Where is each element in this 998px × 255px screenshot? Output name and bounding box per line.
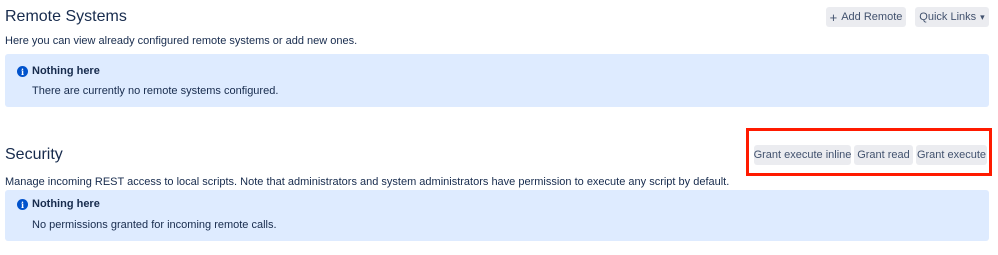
info-title: Nothing here [32, 198, 100, 210]
highlight-box [746, 128, 992, 176]
security-info-box: i Nothing here No permissions granted fo… [5, 190, 989, 241]
info-icon: i [17, 66, 28, 77]
quick-links-button[interactable]: Quick Links ▾ [915, 7, 989, 27]
security-title: Security [5, 146, 63, 163]
security-description: Manage incoming REST access to local scr… [5, 176, 730, 188]
info-title: Nothing here [32, 65, 100, 77]
info-icon: i [17, 199, 28, 210]
remote-systems-description: Here you can view already configured rem… [5, 35, 358, 47]
info-text: There are currently no remote systems co… [32, 85, 279, 97]
quick-links-label: Quick Links [919, 11, 977, 23]
plus-icon: + [829, 9, 838, 25]
add-remote-label: Add Remote [841, 11, 903, 23]
info-text: No permissions granted for incoming remo… [32, 219, 277, 231]
remote-systems-info-box: i Nothing here There are currently no re… [5, 54, 989, 107]
add-remote-button[interactable]: + Add Remote [826, 7, 906, 27]
chevron-down-icon: ▾ [980, 11, 985, 22]
remote-systems-title: Remote Systems [5, 8, 127, 25]
